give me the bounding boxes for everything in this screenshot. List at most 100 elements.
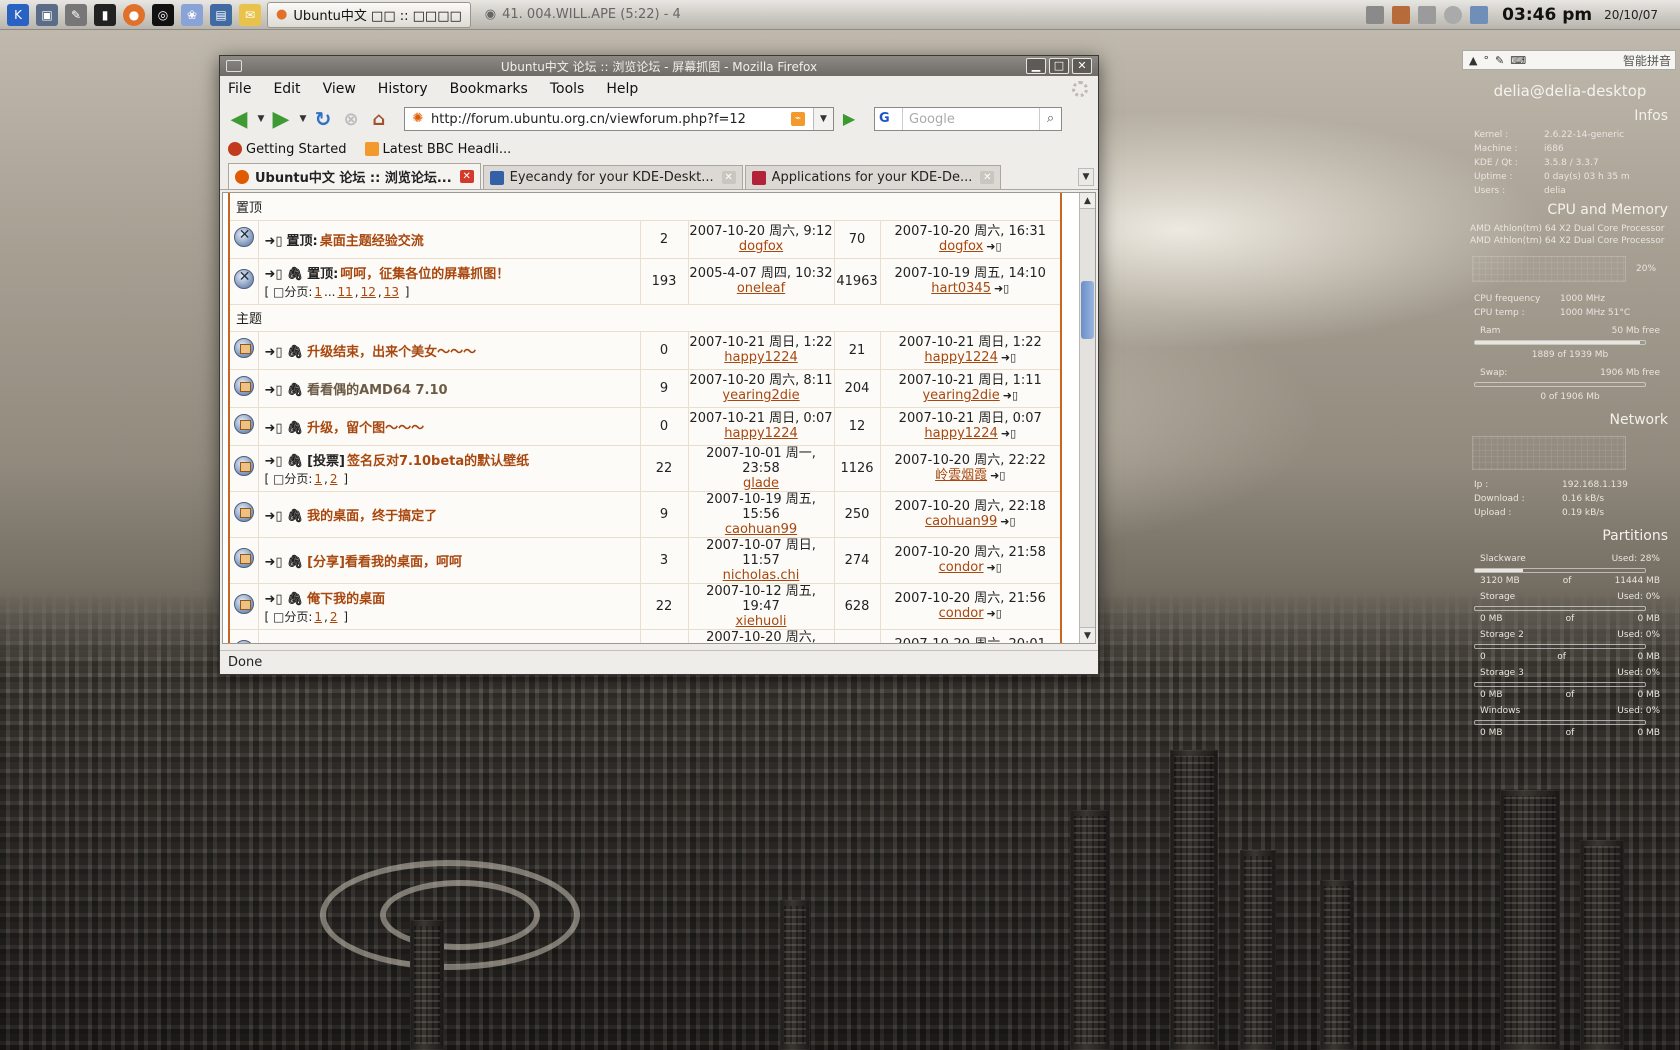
system-icon[interactable]: ▣ — [36, 3, 58, 26]
clock-time[interactable]: 03:46 pm — [1502, 5, 1592, 25]
vertical-scrollbar[interactable]: ▲ ▼ — [1079, 193, 1095, 643]
bookmark-getting-started[interactable]: Getting Started — [228, 142, 347, 157]
tools-icon[interactable]: ✎ — [65, 3, 87, 26]
topic-row[interactable]: ➜▯置顶:桌面主题经验交流22007-10-20 周六, 9:12dogfox7… — [230, 220, 1060, 259]
topic-row[interactable]: ➜▯🖇置顶:呵呵，征集各位的屏幕抓图！[ □分页:1...11,12,13 ]1… — [230, 258, 1060, 305]
kde-menu-icon[interactable]: K — [7, 3, 29, 26]
menu-help[interactable]: Help — [606, 81, 638, 97]
last-poster-link[interactable]: dogfox — [939, 239, 983, 254]
scroll-thumb[interactable] — [1081, 281, 1094, 339]
page-link[interactable]: 12 — [361, 285, 376, 299]
new-post-arrow-icon[interactable]: ➜▯ — [265, 234, 283, 249]
tab-list-dropdown[interactable]: ▼ — [1078, 168, 1094, 186]
topic-row[interactable]: ➜▯ 🖇 升级结束，出来个美女～～～ 0 2007-10-21 周日, 1:22 happ… — [230, 331, 1060, 370]
goto-last-post-icon[interactable]: ➜▯ — [1001, 427, 1016, 440]
goto-last-post-icon[interactable]: ➜▯ — [990, 469, 1005, 482]
new-post-arrow-icon[interactable]: ➜▯ — [265, 509, 283, 524]
new-post-arrow-icon[interactable]: ➜▯ — [265, 555, 283, 570]
url-dropdown[interactable]: ▼ — [813, 108, 833, 130]
user-icon[interactable] — [1444, 6, 1463, 24]
menu-file[interactable]: File — [228, 81, 251, 97]
new-post-arrow-icon[interactable]: ➜▯ — [265, 345, 283, 360]
back-arrow-icon[interactable]: ◀ — [226, 106, 252, 132]
topic-title-link[interactable]: 桌面主题经验交流 — [320, 234, 424, 249]
topic-title-link[interactable]: 俺下我的桌面 — [307, 592, 385, 607]
page-link[interactable]: 1 — [314, 472, 322, 486]
goto-last-post-icon[interactable]: ➜▯ — [1003, 389, 1018, 402]
taskbar-task-player[interactable]: ◉ 41. 004.WILL.APE (5:22) - 4 — [477, 2, 689, 28]
goto-last-post-icon[interactable]: ➜▯ — [986, 240, 1001, 253]
search-magnifier-icon[interactable]: ⌕ — [1039, 108, 1061, 130]
last-poster-link[interactable]: condor — [939, 606, 984, 621]
monitor-icon[interactable]: ▤ — [210, 3, 232, 26]
last-poster-link[interactable]: happy1224 — [924, 350, 998, 365]
topic-title-link[interactable]: [分享]看看我的桌面，呵呵 — [307, 555, 462, 570]
author-link[interactable]: xiehuoli — [689, 614, 834, 629]
author-link[interactable]: oneleaf — [689, 281, 834, 296]
last-poster-link[interactable]: 岭雲烟霞 — [935, 468, 987, 483]
last-poster-link[interactable]: yearing2die — [922, 388, 999, 403]
url-bar[interactable]: ✺ http://forum.ubuntu.org.cn/viewforum.p… — [404, 107, 834, 131]
new-post-arrow-icon[interactable]: ➜▯ — [265, 267, 283, 282]
rss-feed-icon[interactable]: ⌁ — [791, 112, 805, 126]
search-input[interactable]: Google — [909, 112, 955, 127]
bookmark-bbc-headlines[interactable]: Latest BBC Headli... — [364, 142, 511, 157]
new-post-arrow-icon[interactable]: ➜▯ — [265, 592, 283, 607]
window-titlebar[interactable]: Ubuntu中文 论坛 :: 浏览论坛 - 屏幕抓图 - Mozilla Fir… — [220, 56, 1098, 76]
last-poster-link[interactable]: happy1224 — [924, 426, 998, 441]
new-post-arrow-icon[interactable]: ➜▯ — [265, 383, 283, 398]
topic-title-link[interactable]: 升级结束，出来个美女～～～ — [307, 345, 476, 360]
author-link[interactable]: glade — [689, 476, 834, 491]
go-button[interactable]: ▶ — [838, 108, 860, 130]
home-icon[interactable]: ⌂ — [366, 106, 392, 132]
author-link[interactable]: happy1224 — [689, 426, 834, 441]
tab-close-icon[interactable]: ✕ — [980, 171, 995, 184]
reload-icon[interactable]: ↻ — [310, 106, 336, 132]
search-bar[interactable]: G Google ⌕ — [874, 107, 1062, 131]
menu-view[interactable]: View — [323, 81, 356, 97]
tab-kde-eyecandy[interactable]: Eyecandy for your KDE-Deskt... ✕ — [482, 165, 743, 189]
clipboard-icon[interactable] — [1392, 6, 1411, 24]
topic-row[interactable]: ➜▯ 🖇 我的桌面，终于搞定了 9 2007-10-19 周五, 15:56 caohua… — [230, 491, 1060, 538]
tab-close-icon[interactable]: ✕ — [459, 170, 474, 183]
last-poster-link[interactable]: condor — [939, 560, 984, 575]
tab-close-icon[interactable]: ✕ — [721, 171, 736, 184]
goto-last-post-icon[interactable]: ➜▯ — [1001, 351, 1016, 364]
topic-title-link[interactable]: 我的桌面，终于搞定了 — [307, 509, 437, 524]
menu-history[interactable]: History — [378, 81, 428, 97]
search-engine-icon[interactable]: G — [875, 108, 903, 130]
page-link[interactable]: 1 — [314, 610, 322, 624]
page-link[interactable]: 13 — [384, 285, 399, 299]
input-method-bar[interactable]: ▲ ° ✎ ⌨ 智能拼音 — [1462, 50, 1676, 70]
page-link[interactable]: 11 — [337, 285, 352, 299]
topic-row[interactable]: ➜▯ 🖇 [投票] 签名反对7.10beta的默认壁纸[ □分页: 1, 2 ] 22 200… — [230, 445, 1060, 492]
scroll-down-arrow[interactable]: ▼ — [1080, 627, 1095, 643]
page-link[interactable]: 2 — [330, 610, 338, 624]
topic-row[interactable]: ➜▯ 🖇 看看偶的AMD64 7.10 9 2007-10-20 周六, 8:11 yea… — [230, 369, 1060, 408]
mail-icon[interactable] — [1470, 6, 1489, 24]
new-post-arrow-icon[interactable]: ➜▯ — [265, 421, 283, 436]
menu-edit[interactable]: Edit — [273, 81, 300, 97]
page-link[interactable]: 1 — [314, 285, 322, 299]
close-button[interactable]: ✕ — [1072, 58, 1092, 74]
topic-title-link[interactable]: 签名反对7.10beta的默认壁纸 — [347, 454, 529, 469]
author-link[interactable]: happy1224 — [689, 350, 834, 365]
forward-arrow-icon[interactable]: ▶ — [268, 106, 294, 132]
goto-last-post-icon[interactable]: ➜▯ — [1000, 515, 1015, 528]
taskbar-task-firefox[interactable]: ● Ubuntu中文 □□ :: □□□□ — [267, 1, 471, 28]
menu-tools[interactable]: Tools — [550, 81, 585, 97]
volume-icon[interactable] — [1366, 6, 1385, 24]
tab-kde-apps[interactable]: Applications for your KDE-De... ✕ — [744, 165, 1002, 189]
forward-history-dropdown[interactable]: ▼ — [296, 114, 310, 124]
topic-row[interactable]: ➜▯ 🖇 俺下我的桌面[ □分页: 1, 2 ] 22 2007-10-12 周五, 19:… — [230, 583, 1060, 630]
firefox-icon[interactable]: ● — [123, 3, 145, 26]
stop-icon[interactable]: ⊗ — [338, 106, 364, 132]
back-history-dropdown[interactable]: ▼ — [254, 114, 268, 124]
goto-last-post-icon[interactable]: ➜▯ — [987, 607, 1002, 620]
scroll-up-arrow[interactable]: ▲ — [1080, 193, 1095, 209]
minimize-button[interactable]: ▁ — [1026, 58, 1046, 74]
author-link[interactable]: yearing2die — [689, 388, 834, 403]
page-link[interactable]: 2 — [330, 472, 338, 486]
topic-title-link[interactable]: 呵呵，征集各位的屏幕抓图！ — [340, 267, 509, 282]
menu-bookmarks[interactable]: Bookmarks — [450, 81, 528, 97]
